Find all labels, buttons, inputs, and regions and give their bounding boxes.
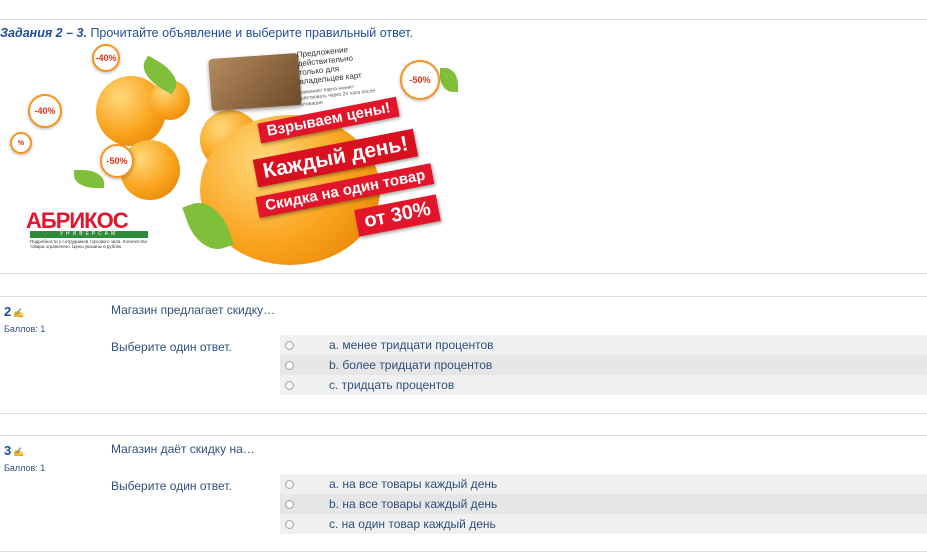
answer-list: a. на все товары каждый день b. на все т… [280, 474, 927, 534]
discount-tag: -40% [28, 94, 62, 128]
divider [0, 413, 927, 414]
task-heading-prefix: Задания 2 – 3. [0, 26, 87, 40]
banner-fine-print: Подробности у сотрудников торгового зала… [30, 239, 148, 249]
answer-option[interactable]: a. на все товары каждый день [280, 474, 927, 494]
task-heading-text: Прочитайте объявление и выберите правиль… [86, 26, 413, 40]
divider [0, 435, 927, 436]
divider [0, 551, 927, 552]
answer-option[interactable]: c. тридцать процентов [280, 375, 927, 395]
discount-tag: -40% [92, 44, 120, 72]
discount-tag: -50% [100, 144, 134, 178]
answer-label[interactable]: c. на один товар каждый день [329, 517, 496, 531]
edit-pencil-icon[interactable]: ✍ [13, 447, 24, 457]
answer-option[interactable]: b. на все товары каждый день [280, 494, 927, 514]
question-number-value: 2 [4, 304, 12, 319]
discount-tag: -50% [400, 60, 440, 100]
edit-pencil-icon[interactable]: ✍ [13, 308, 24, 318]
task-heading: Задания 2 – 3. Прочитайте объявление и в… [0, 26, 413, 40]
answer-label[interactable]: c. тридцать процентов [329, 378, 454, 392]
answer-option[interactable]: a. менее тридцати процентов [280, 335, 927, 355]
answer-list: a. менее тридцати процентов b. более три… [280, 335, 927, 395]
discount-card-image [208, 52, 302, 112]
answer-prompt: Выберите один ответ. [111, 340, 232, 354]
question-number: 3 ✍ [4, 443, 24, 458]
store-logo-subtitle: УНИВЕРСАМ [30, 231, 148, 238]
answer-label[interactable]: a. менее тридцати процентов [329, 338, 494, 352]
radio-button[interactable] [285, 519, 294, 529]
radio-button[interactable] [285, 340, 294, 350]
answer-prompt: Выберите один ответ. [111, 479, 232, 493]
answer-label[interactable]: b. более тридцати процентов [329, 358, 492, 372]
leaf [440, 68, 458, 92]
answer-option[interactable]: c. на один товар каждый день [280, 514, 927, 534]
radio-button[interactable] [285, 499, 294, 509]
answer-option[interactable]: b. более тридцати процентов [280, 355, 927, 375]
answer-label[interactable]: a. на все товары каждый день [329, 477, 497, 491]
leaf [74, 170, 104, 188]
answer-label[interactable]: b. на все товары каждый день [329, 497, 497, 511]
divider [0, 296, 927, 297]
radio-button[interactable] [285, 380, 294, 390]
question-points: Баллов: 1 [4, 463, 46, 473]
divider [0, 273, 927, 274]
ad-banner: Предложение действительно только для вла… [0, 40, 462, 266]
card-note: Предложение действительно только для вла… [296, 45, 363, 87]
question-number: 2 ✍ [4, 304, 24, 319]
question-number-value: 3 [4, 443, 12, 458]
radio-button[interactable] [285, 479, 294, 489]
question-text: Магазин даёт скидку на… [111, 442, 255, 456]
discount-tag: % [10, 132, 32, 154]
question-text: Магазин предлагает скидку… [111, 303, 276, 317]
question-points: Баллов: 1 [4, 324, 46, 334]
radio-button[interactable] [285, 360, 294, 370]
divider [0, 19, 927, 20]
